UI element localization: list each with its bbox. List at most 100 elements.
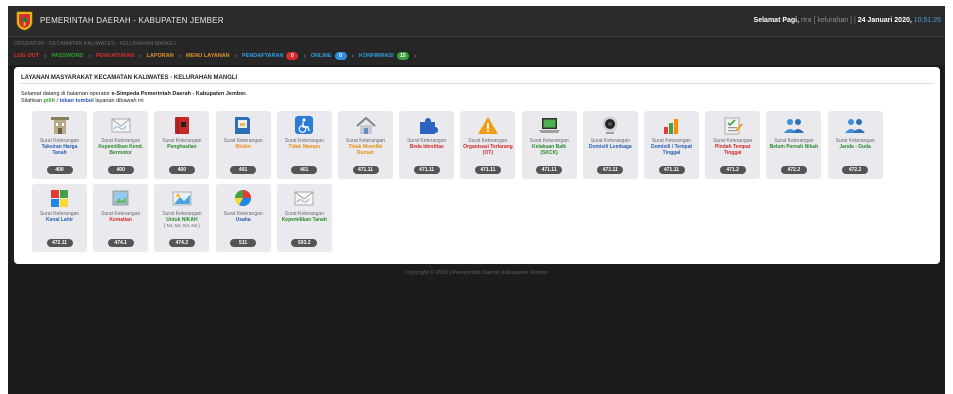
puzzle-pieces-icon — [50, 190, 68, 207]
tile-service-name: Kepemilikan Kend. Bermotor — [98, 144, 144, 156]
greeting-prefix: Selamat Pagi, — [753, 17, 800, 24]
chevron-right-icon: › — [234, 52, 237, 60]
count-badge: 0 — [334, 52, 347, 60]
service-tile[interactable]: Surat Keterangan Tidak Memiliki Rumah 471.… — [338, 111, 393, 179]
tile-service-name: Kelakuan Baik (SKCK) — [532, 144, 567, 156]
instruction-part: / — [56, 98, 59, 104]
bar-chart-icon — [663, 119, 678, 134]
tile-code-badge: 400 — [107, 166, 134, 174]
instruction-part: layanan dibawah ini — [95, 98, 144, 104]
tile-code-badge: 471.11 — [658, 166, 685, 174]
tile-code-badge: 401 — [230, 166, 257, 174]
service-tile[interactable]: Surat Keterangan Janda - Duda 472.2 — [827, 111, 883, 179]
menu-online[interactable]: ONLINE 0 — [311, 52, 347, 60]
service-tile[interactable]: Surat Keterangan Kenal Lahir 472.11 — [32, 184, 87, 252]
tile-code-badge: 472.2 — [842, 166, 869, 174]
tile-code-badge: 472.11 — [46, 239, 73, 247]
tile-code-badge: 401 — [291, 166, 318, 174]
menu-label: KONFIRMASI — [358, 53, 394, 59]
service-tile[interactable]: Surat Keterangan Beda Identitas 471.11 — [399, 111, 455, 179]
service-tile[interactable]: Surat Keterangan Penghasilan 400 — [154, 111, 210, 179]
service-tile[interactable]: Surat Keterangan Belum Pernah Nikah 472.2 — [766, 111, 822, 179]
service-tile[interactable]: Surat Keterangan Domisili Lembaga 471.11 — [582, 111, 638, 179]
greeting-date: 24 Januari 2020, — [857, 17, 912, 24]
menu-label: PENDAFTARAN — [241, 53, 284, 59]
tile-code-badge: 400 — [168, 166, 195, 174]
tile-service-name: Domisili Lembaga — [588, 144, 632, 150]
footer-copyright: Copyright © 2018 | Pemerintah Daerah Kab… — [404, 270, 549, 276]
menu-layanan[interactable]: MENU LAYANAN — [186, 53, 230, 59]
building-icon — [50, 117, 69, 134]
service-tile[interactable]: Surat Keterangan Taksiran Harga Tanah 400 — [32, 111, 87, 179]
service-tile[interactable]: Surat Keterangan Domisili / Tempat Tingga… — [644, 111, 699, 179]
service-tile[interactable]: Surat Keterangan Miskin 401 — [215, 111, 271, 179]
service-tile[interactable]: Surat Keterangan Organisasi Terlarang (OT… — [460, 111, 516, 179]
welcome-part: Selamat datang di halaman operator — [21, 91, 110, 97]
puzzle-icon — [419, 118, 438, 134]
menu-logout[interactable]: LOG OUT — [14, 53, 39, 59]
tile-service-name: Organisasi Terlarang (OT) — [463, 144, 513, 156]
checklist-icon — [724, 117, 743, 135]
service-tile[interactable]: Surat Keterangan Pindah Tempat Tinggal 471… — [705, 111, 761, 179]
tile-code-badge: 471.11 — [597, 166, 624, 174]
tile-service-name: Usaha — [235, 217, 251, 223]
service-tile[interactable]: Surat Keterangan Kematian 474.1 — [93, 184, 149, 252]
tile-service-name: Taksiran Harga Tanah — [41, 144, 78, 156]
service-tile[interactable]: Surat Keterangan Untuk NIKAH[ N1, N2, N3,… — [154, 184, 210, 252]
tile-code-badge: 593.2 — [291, 239, 318, 247]
chevron-right-icon: › — [303, 52, 306, 60]
count-badge: 15 — [396, 52, 409, 60]
tile-code-badge: 474.2 — [168, 239, 195, 247]
panel-title: LAYANAN MASYARAKAT KECAMATAN KALIWATES -… — [21, 75, 238, 81]
service-tile[interactable]: Surat Keterangan Usaha 511 — [215, 184, 271, 252]
tile-service-name: Kematian — [109, 217, 132, 223]
tile-service-name: Domisili / Tempat Tinggal — [650, 144, 693, 156]
panel-divider — [21, 83, 933, 84]
book-icon — [174, 117, 189, 134]
tile-code-badge: 471.11 — [536, 166, 563, 174]
service-tile[interactable]: Surat Keterangan Tidak Mampu 401 — [276, 111, 332, 179]
greeting-status: Selamat Pagi, rtra [ kelurahan ] | 24 Ja… — [753, 17, 941, 24]
tile-service-name: Pindah Tempat Tinggal — [714, 144, 751, 156]
service-tile[interactable]: Surat Keterangan Kepemilikan Kend. Bermot… — [93, 111, 149, 179]
tile-service-name: Miskin — [235, 144, 251, 150]
services-panel: LAYANAN MASYARAKAT KECAMATAN KALIWATES -… — [14, 67, 940, 264]
tile-code-badge: 474.1 — [107, 239, 134, 247]
menu-laporan[interactable]: LAPORAN — [146, 53, 173, 59]
document-icon — [235, 117, 251, 134]
menu-label: PASSWORD — [51, 53, 84, 59]
users-icon — [845, 119, 866, 133]
menu-label: PENGATURAN — [95, 53, 135, 59]
regency-logo — [16, 11, 33, 31]
chevron-right-icon: › — [88, 52, 91, 60]
menu-pengaturan[interactable]: PENGATURAN — [96, 53, 134, 59]
service-tile[interactable]: Surat Keterangan Kepemilikan Tanah 593.2 — [276, 184, 332, 252]
warning-icon — [477, 117, 498, 134]
tile-code-badge: 471.11 — [474, 166, 501, 174]
app-title: PEMERINTAH DAERAH - KABUPATEN JEMBER — [40, 16, 224, 25]
tile-code-badge: 471.11 — [413, 166, 440, 174]
laptop-icon — [539, 118, 561, 133]
instruction-pilih: pilih — [43, 98, 55, 104]
chevron-right-icon: › — [178, 52, 182, 60]
menu-label: LOG OUT — [14, 53, 40, 59]
welcome-text: Selamat datang di halaman operator e-Sim… — [21, 91, 247, 97]
tile-code-badge: 400 — [46, 166, 73, 174]
tile-service-name: Kenal Lahir — [45, 217, 74, 223]
menu-label: LAPORAN — [146, 53, 174, 59]
menu-konfirmasi[interactable]: KONFIRMASI 15 — [359, 52, 409, 60]
tile-code-badge: 472.2 — [780, 166, 807, 174]
menu-label: ONLINE — [310, 53, 332, 59]
menu-label: MENU LAYANAN — [186, 53, 230, 59]
menu-pendaftaran[interactable]: PENDAFTARAN 0 — [241, 52, 299, 60]
service-tile[interactable]: Surat Keterangan Kelakuan Baik (SKCK) 471.… — [521, 111, 577, 179]
chevron-right-icon: › — [139, 52, 142, 60]
chevron-right-icon: › — [351, 52, 354, 60]
tile-subcaption: [ N1, N2, N3, N4 ] — [164, 223, 200, 228]
house-icon — [355, 116, 376, 134]
tile-service-name: Tidak Mampu — [288, 144, 321, 150]
menu-password[interactable]: PASSWORD — [51, 53, 83, 59]
webcam-icon — [602, 116, 618, 134]
wheelchair-icon — [295, 116, 314, 134]
photo-icon — [172, 191, 192, 206]
